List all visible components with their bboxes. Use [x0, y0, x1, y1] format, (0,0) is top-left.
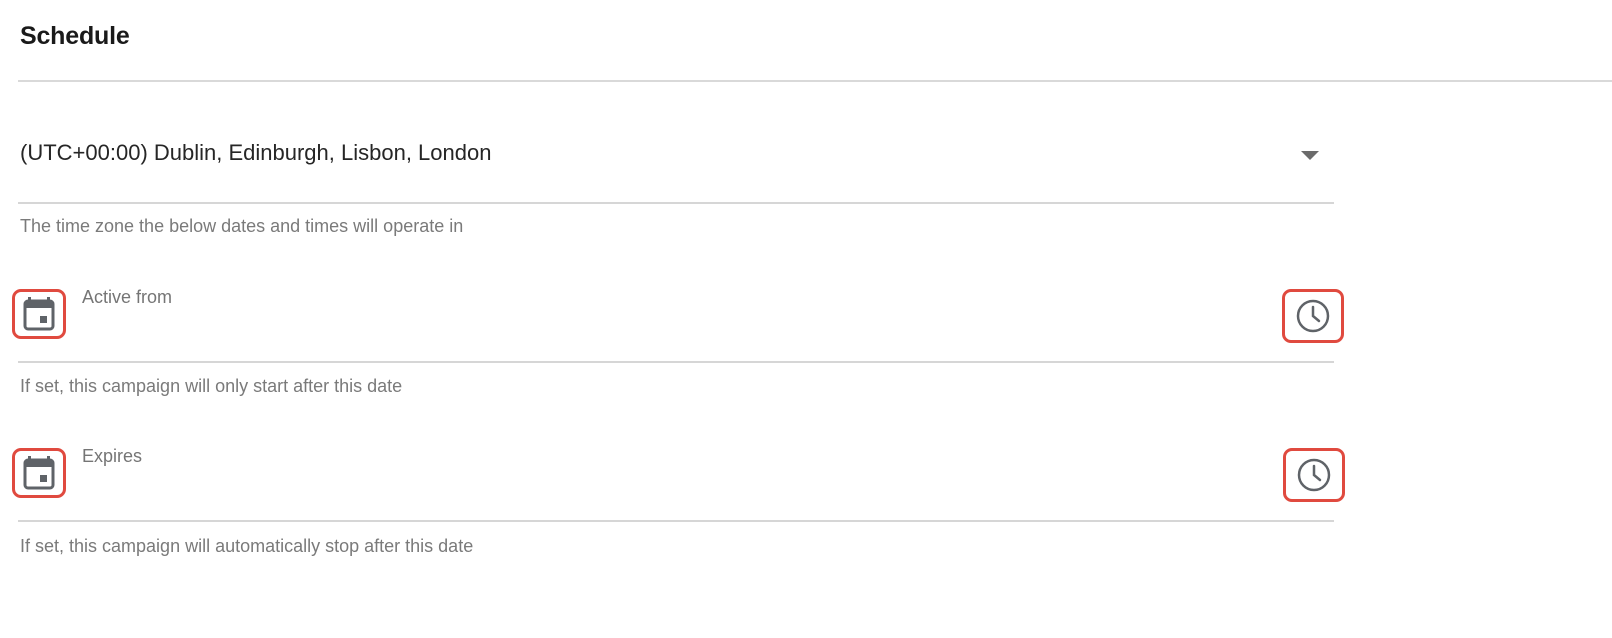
section-title: Schedule: [20, 22, 130, 50]
calendar-icon: [23, 297, 55, 331]
expires-time-button[interactable]: [1283, 448, 1345, 502]
clock-icon: [1296, 299, 1330, 333]
active-from-time-button[interactable]: [1282, 289, 1344, 343]
clock-icon: [1297, 458, 1331, 492]
timezone-value: (UTC+00:00) Dublin, Edinburgh, Lisbon, L…: [20, 140, 492, 165]
active-from-helper: If set, this campaign will only start af…: [20, 376, 403, 396]
expires-calendar-button[interactable]: [12, 448, 66, 498]
active-from-field[interactable]: Active from: [12, 287, 1344, 363]
expires-field[interactable]: Expires: [12, 446, 1345, 522]
expires-label: Expires: [82, 446, 143, 466]
calendar-icon: [23, 456, 55, 490]
active-from-calendar-button[interactable]: [12, 289, 66, 339]
timezone-select[interactable]: (UTC+00:00) Dublin, Edinburgh, Lisbon, L…: [18, 130, 1334, 204]
section-divider: [18, 80, 1612, 82]
timezone-helper: The time zone the below dates and times …: [20, 216, 464, 236]
dropdown-arrow-icon[interactable]: [1301, 151, 1319, 160]
active-from-label: Active from: [82, 287, 173, 307]
expires-helper: If set, this campaign will automatically…: [20, 536, 474, 556]
